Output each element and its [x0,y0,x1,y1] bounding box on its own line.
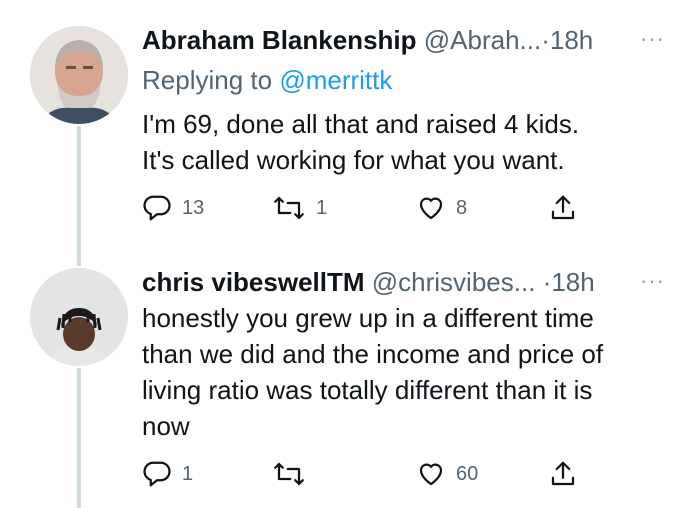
retweet-button[interactable]: 1 [272,190,327,226]
thread-line [77,126,81,234]
display-name[interactable]: chris vibeswell [142,267,327,297]
timestamp[interactable]: 18h [551,267,594,297]
name-badge: TM [326,267,365,297]
tweet-header: Abraham Blankenship @Abrah...·18h [142,24,593,56]
reply-count: 1 [182,462,194,485]
retweet-count: 1 [316,196,328,219]
separator-dot: · [541,25,550,55]
like-button[interactable]: 8 [416,190,467,226]
share-icon [551,195,575,220]
replying-to-label: Replying to [142,65,280,95]
user-handle[interactable]: @chrisvibes... [372,267,536,297]
share-icon [551,461,575,486]
more-icon[interactable]: ··· [640,266,665,296]
tweet-2[interactable]: chris vibeswellTM @chrisvibes... ·18h ··… [0,234,700,508]
retweet-button[interactable] [272,456,316,492]
tweet-text-line: honestly you grew up in a different time [142,303,594,333]
heart-icon [419,463,443,486]
action-bar: 1 60 [142,456,612,492]
tweet-text-line: living ratio was totally different than … [142,375,593,405]
action-bar: 13 1 8 [142,190,612,226]
reply-button[interactable]: 13 [142,190,204,226]
share-button[interactable] [548,456,578,492]
share-button[interactable] [548,190,578,226]
mention-link[interactable]: @merrittk [279,65,392,95]
tweet-text: I'm 69, done all that and raised 4 kids.… [142,106,682,178]
reply-icon [143,195,171,221]
more-icon[interactable]: ··· [640,24,665,54]
retweet-icon [274,462,304,486]
reply-icon [143,461,171,487]
like-button[interactable]: 60 [416,456,478,492]
tweet-text-line: It's called working for what you want. [142,145,565,175]
avatar-abraham[interactable] [30,26,128,124]
avatar-chris[interactable] [30,268,128,366]
tweet-header: chris vibeswellTM @chrisvibes... ·18h [142,266,595,298]
tweet-text-line: I'm 69, done all that and raised 4 kids. [142,109,580,139]
heart-icon [419,197,443,220]
reply-button[interactable]: 1 [142,456,193,492]
like-count: 60 [456,462,479,485]
replying-to: Replying to @merrittk [142,64,392,96]
thread-line [77,234,81,266]
tweet-1[interactable]: Abraham Blankenship @Abrah...·18h ··· Re… [0,24,700,234]
avatar-image [30,268,128,366]
tweet-text-line: than we did and the income and price of [142,339,604,369]
retweet-icon [274,196,304,220]
like-count: 8 [456,196,468,219]
tweet-text: honestly you grew up in a different time… [142,300,682,444]
thread-line [77,368,81,508]
reply-count: 13 [182,196,205,219]
timestamp[interactable]: 18h [550,25,593,55]
avatar-image [30,26,128,124]
tweet-text-line: now [142,411,190,441]
display-name[interactable]: Abraham Blankenship [142,25,417,55]
user-handle[interactable]: @Abrah... [424,25,541,55]
